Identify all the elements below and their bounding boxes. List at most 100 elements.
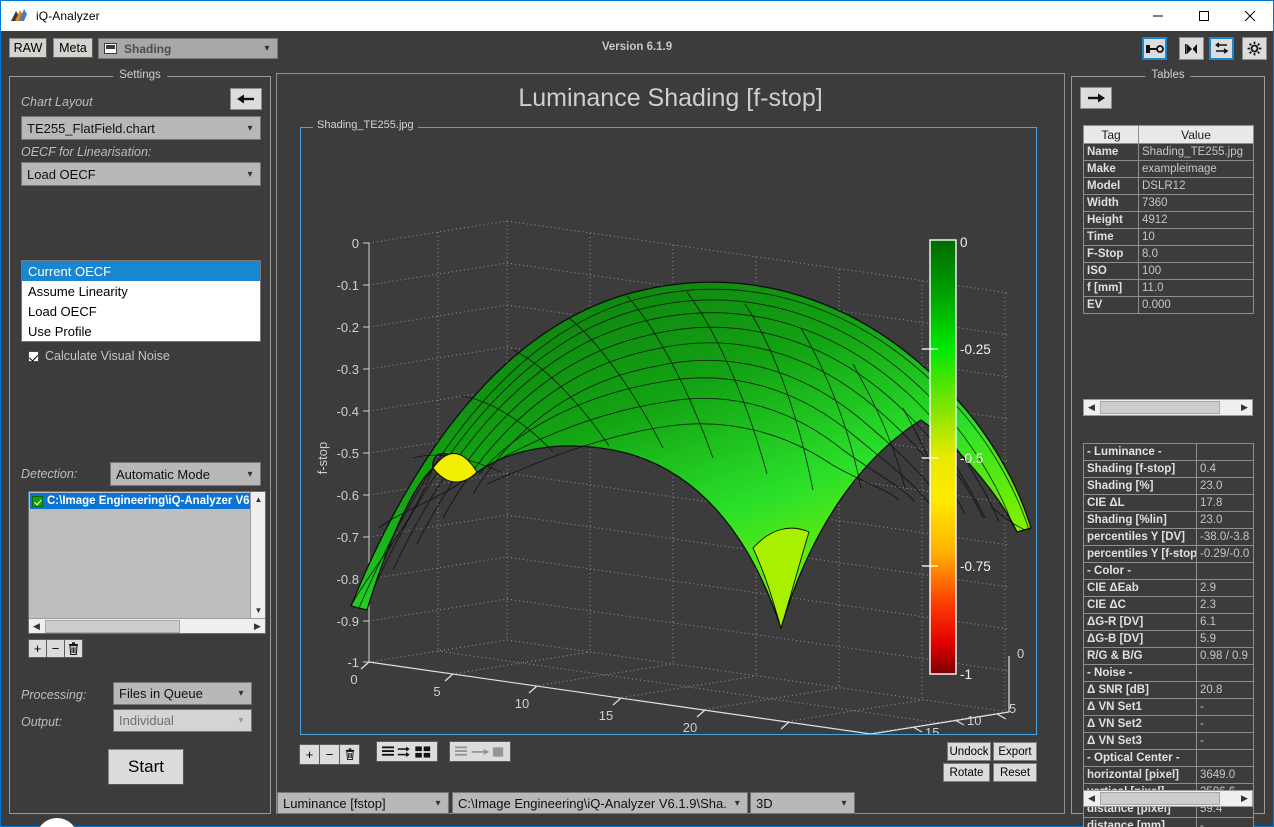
list-to-grid-icon[interactable] — [376, 741, 439, 762]
reset-button[interactable]: Reset — [993, 763, 1037, 782]
start-button[interactable]: Start — [108, 749, 184, 785]
chart-layout-select[interactable]: TE255_FlatField.chart ▾ — [21, 116, 261, 140]
file-list-horizontal-scrollbar[interactable]: ◀ ▶ — [29, 618, 265, 633]
forward-arrow-icon[interactable] — [1080, 87, 1112, 109]
table-cell-metric: Δ VN Set1 — [1083, 698, 1197, 716]
surface-plot[interactable]: 0 -0.1 -0.2 -0.3 -0.4 -0.5 -0.6 -0.7 -0.… — [301, 128, 1036, 734]
trash-icon[interactable] — [64, 639, 83, 658]
table-row[interactable]: Δ VN Set3- — [1083, 732, 1254, 750]
table-row[interactable]: F-Stop 8.0 — [1083, 245, 1254, 263]
table-row[interactable]: Shading [%lin] 23.0 — [1083, 511, 1254, 529]
scrollbar-thumb[interactable] — [45, 620, 180, 633]
table-row[interactable]: Time 10 — [1083, 228, 1254, 246]
list-item[interactable]: C:\Image Engineering\iQ-Analyzer V6 — [30, 493, 250, 509]
chevron-down-icon: ▾ — [247, 168, 253, 180]
metadata-table[interactable]: Tag Value Name Shading_TE255.jpg Make examp… — [1083, 125, 1254, 314]
scroll-left-icon[interactable]: ◀ — [29, 619, 44, 634]
swap-arrows-icon[interactable] — [1209, 37, 1234, 60]
table-cell-value — [1196, 749, 1254, 767]
table-row[interactable]: CIE ΔEab 2.9 — [1083, 579, 1254, 597]
remove-icon[interactable]: − — [319, 743, 340, 765]
table-row[interactable]: Make exampleimage — [1083, 160, 1254, 178]
scroll-left-icon[interactable]: ◀ — [1084, 400, 1099, 415]
table-row[interactable]: CIE ΔL 17.8 — [1083, 494, 1254, 512]
scroll-left-icon[interactable]: ◀ — [1084, 791, 1099, 806]
table-row[interactable]: Shading [%] 23.0 — [1083, 477, 1254, 495]
results-table-horizontal-scrollbar[interactable]: ◀ ▶ — [1083, 790, 1253, 807]
oecf-option-load-oecf[interactable]: Load OECF — [22, 301, 260, 321]
oecf-option-use-profile[interactable]: Use Profile — [22, 321, 260, 341]
scroll-right-icon[interactable]: ▶ — [1237, 791, 1252, 806]
oecf-option-assume-linearity[interactable]: Assume Linearity — [22, 281, 260, 301]
table-row[interactable]: ΔG-B [DV] 5.9 — [1083, 630, 1254, 648]
table-row[interactable]: ΔG-R [DV] 6.1 — [1083, 613, 1254, 631]
maximize-icon[interactable] — [1181, 2, 1227, 31]
gear-icon[interactable] — [1242, 37, 1267, 60]
table-row[interactable]: Height 4912 — [1083, 211, 1254, 229]
export-button[interactable]: Export — [993, 742, 1037, 761]
rotate-button[interactable]: Rotate — [943, 763, 990, 782]
detection-select[interactable]: Automatic Mode ▾ — [110, 462, 261, 486]
table-row[interactable]: - Luminance - — [1083, 443, 1254, 461]
table-cell-metric: horizontal [pixel] — [1083, 766, 1197, 784]
scroll-right-icon[interactable]: ▶ — [1237, 400, 1252, 415]
table-row[interactable]: distance [mm] - — [1083, 817, 1254, 827]
table-row[interactable]: CIE ΔC 2.3 — [1083, 596, 1254, 614]
minimize-icon[interactable] — [1135, 2, 1181, 31]
scroll-down-icon[interactable]: ▼ — [251, 603, 266, 618]
scrollbar-thumb[interactable] — [1100, 401, 1220, 414]
chevron-down-icon: ▾ — [435, 797, 441, 809]
chevron-down-icon: ▾ — [247, 122, 253, 134]
plot-axes-container[interactable]: Shading_TE255.jpg 0 -0.1 -0.2 -0.3 -0.4 … — [300, 119, 1037, 735]
table-row[interactable]: percentiles Y [DV] -38.0/-3.8 — [1083, 528, 1254, 546]
table-row[interactable]: Name Shading_TE255.jpg — [1083, 143, 1254, 161]
scroll-up-icon[interactable]: ▲ — [251, 492, 266, 507]
calculate-visual-noise-checkbox[interactable]: Calculate Visual Noise — [28, 349, 170, 363]
results-table[interactable]: - Luminance - Shading [f-stop] 0.4 Shading … — [1083, 443, 1254, 827]
table-cell-metric: Δ SNR [dB] — [1083, 681, 1197, 699]
remove-icon[interactable]: − — [46, 639, 65, 658]
undock-button[interactable]: Undock — [947, 742, 991, 761]
key-icon[interactable] — [1142, 37, 1167, 60]
scroll-right-icon[interactable]: ▶ — [250, 619, 265, 634]
table-row[interactable]: f [mm] 11.0 — [1083, 279, 1254, 297]
back-arrow-icon[interactable] — [230, 88, 262, 110]
list-to-block-icon[interactable] — [448, 741, 511, 762]
oecf-select[interactable]: Load OECF ▾ — [21, 162, 261, 186]
table-row[interactable]: EV 0.000 — [1083, 296, 1254, 314]
trash-icon[interactable] — [339, 743, 360, 765]
x-axis-ticks — [360, 661, 790, 730]
oecf-option-current[interactable]: Current OECF — [22, 261, 260, 281]
processing-select[interactable]: Files in Queue ▾ — [113, 682, 252, 705]
table-row[interactable]: R/G & B/G 0.98 / 0.9 — [1083, 647, 1254, 665]
file-queue-list[interactable]: C:\Image Engineering\iQ-Analyzer V6 ▲ ▼ … — [28, 491, 266, 634]
oecf-dropdown-list[interactable]: Current OECF Assume Linearity Load OECF … — [21, 260, 261, 342]
detection-label: Detection: — [21, 467, 78, 481]
plot-file-select[interactable]: C:\Image Engineering\iQ-Analyzer V6.1.9\… — [452, 792, 748, 814]
metadata-table-horizontal-scrollbar[interactable]: ◀ ▶ — [1083, 399, 1253, 416]
table-row[interactable]: Shading [f-stop] 0.4 — [1083, 460, 1254, 478]
table-cell-value: 3649.0 — [1196, 766, 1254, 784]
table-row[interactable]: Model DSLR12 — [1083, 177, 1254, 195]
table-row[interactable]: - Optical Center - — [1083, 749, 1254, 767]
table-cell-metric: CIE ΔL — [1083, 494, 1197, 512]
table-row[interactable]: - Noise - — [1083, 664, 1254, 682]
table-row[interactable]: Δ VN Set1- — [1083, 698, 1254, 716]
close-icon[interactable] — [1227, 2, 1273, 31]
step-icon[interactable] — [1179, 37, 1204, 60]
plot-view-select[interactable]: 3D ▾ — [750, 792, 855, 814]
table-row[interactable]: - Color - — [1083, 562, 1254, 580]
table-row[interactable]: Δ VN Set2- — [1083, 715, 1254, 733]
add-icon[interactable]: + — [28, 639, 47, 658]
add-icon[interactable]: + — [299, 743, 320, 765]
table-row[interactable]: horizontal [pixel] 3649.0 — [1083, 766, 1254, 784]
checkbox-icon — [28, 350, 39, 362]
table-row[interactable]: Width 7360 — [1083, 194, 1254, 212]
plot-metric-select[interactable]: Luminance [fstop] ▾ — [277, 792, 449, 814]
table-cell-metric: Shading [%lin] — [1083, 511, 1197, 529]
table-row[interactable]: percentiles Y [f-stop] -0.29/-0.0 — [1083, 545, 1254, 563]
scrollbar-thumb[interactable] — [1100, 792, 1220, 805]
file-list-vertical-scrollbar[interactable]: ▲ ▼ — [250, 492, 265, 618]
table-row[interactable]: Δ SNR [dB] 20.8 — [1083, 681, 1254, 699]
table-row[interactable]: ISO 100 — [1083, 262, 1254, 280]
